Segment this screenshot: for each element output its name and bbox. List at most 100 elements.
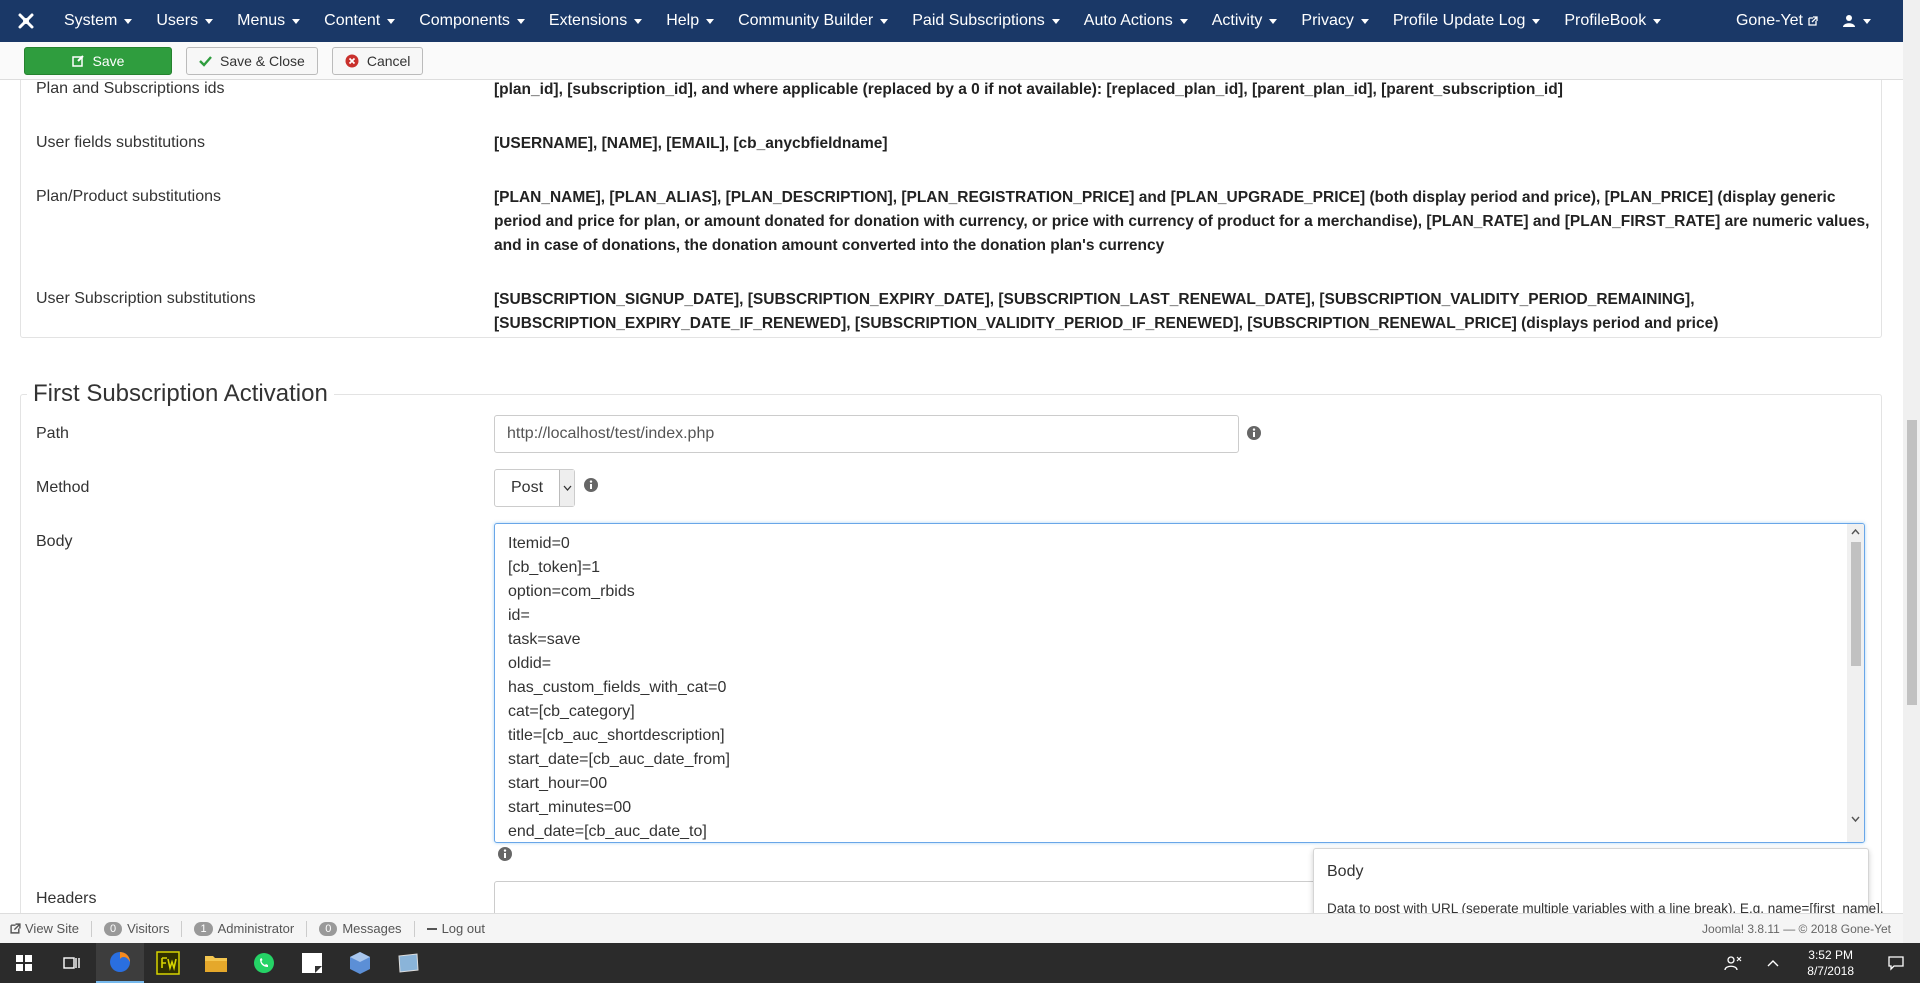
nav-label: Content: [324, 12, 381, 29]
fireworks-icon[interactable]: [144, 943, 192, 983]
nav-activity[interactable]: Activity: [1200, 0, 1290, 42]
nav-users[interactable]: Users: [144, 0, 225, 42]
view-site-link[interactable]: View Site: [10, 921, 79, 936]
logout-link[interactable]: Log out: [426, 921, 485, 936]
info-icon[interactable]: [583, 477, 599, 493]
messages-item[interactable]: 0 Messages: [319, 921, 402, 936]
site-link-label: Gone-Yet: [1735, 12, 1803, 29]
nav-menus[interactable]: Menus: [225, 0, 312, 42]
info-icon[interactable]: [1246, 425, 1262, 441]
nav-help[interactable]: Help: [654, 0, 726, 42]
body-line: task=save: [508, 631, 581, 648]
page-scroll-thumb[interactable]: [1907, 420, 1917, 705]
people-icon[interactable]: [1709, 943, 1757, 983]
tooltip-title: Body: [1327, 863, 1364, 880]
task-view-icon[interactable]: [48, 943, 96, 983]
caret-down-icon: [706, 18, 715, 24]
save-close-button[interactable]: Save & Close: [186, 46, 318, 75]
app-window-icon[interactable]: [384, 943, 432, 983]
body-line: end_date=[cb_auc_date_to]: [508, 823, 707, 840]
virtualbox-icon[interactable]: [336, 943, 384, 983]
nav-label: Extensions: [548, 12, 628, 29]
clock-time: 3:52 PM: [1808, 948, 1853, 962]
system-tray: 3:52 PM 8/7/2018: [1709, 943, 1920, 983]
view-site-label: View Site: [25, 921, 79, 936]
nav-extensions[interactable]: Extensions: [537, 0, 654, 42]
nav-privacy[interactable]: Privacy: [1289, 0, 1380, 42]
windows-start-icon[interactable]: [0, 943, 48, 983]
path-input[interactable]: http://localhost/test/index.php: [494, 415, 1239, 453]
textarea-scroll-thumb[interactable]: [1851, 542, 1861, 666]
visitors-badge: 0: [103, 921, 123, 936]
visitors-label: Visitors: [127, 921, 170, 936]
nav-profile-update-log[interactable]: Profile Update Log: [1381, 0, 1553, 42]
caret-down-icon: [634, 18, 643, 24]
toolbar: Save Save & Close Cancel: [0, 42, 1903, 80]
section-title: First Subscription Activation: [27, 380, 334, 408]
notification-icon[interactable]: [1872, 943, 1920, 983]
nav-paid-subscriptions[interactable]: Paid Subscriptions: [900, 0, 1072, 42]
user-menu[interactable]: [1830, 0, 1883, 42]
chevron-up-icon[interactable]: [1757, 943, 1789, 983]
body-line: title=[cb_auc_shortdescription]: [508, 727, 725, 744]
nav-label: Activity: [1211, 12, 1263, 29]
save-button[interactable]: Save: [24, 46, 172, 75]
joomla-logo-icon[interactable]: [0, 0, 52, 42]
body-lines: Itemid=0 [cb_token]=1 option=com_rbids i…: [508, 532, 730, 842]
file-explorer-icon[interactable]: [192, 943, 240, 983]
nav-label: Help: [666, 12, 700, 29]
sub-row-label: Plan/Product substitutions: [36, 188, 221, 205]
headers-label: Headers: [36, 890, 97, 907]
nav-system[interactable]: System: [52, 0, 144, 42]
messages-label: Messages: [342, 921, 402, 936]
sub-row-label: User Subscription substitutions: [36, 290, 256, 307]
chevron-down-icon: [559, 470, 574, 506]
tooltip-text: Data to post with URL (seperate multiple…: [1327, 901, 1884, 913]
nav-label: ProfileBook: [1564, 12, 1647, 29]
nav-profilebook[interactable]: ProfileBook: [1552, 0, 1673, 42]
nav-components[interactable]: Components: [407, 0, 537, 42]
cancel-button[interactable]: Cancel: [331, 46, 424, 75]
firefox-icon[interactable]: [96, 943, 144, 983]
clock-date: 8/7/2018: [1807, 964, 1854, 978]
body-line: option=com_rbids: [508, 583, 635, 600]
scroll-down-icon[interactable]: [1851, 814, 1860, 823]
caret-down-icon: [1051, 18, 1060, 24]
edit-icon: [71, 54, 85, 67]
nav-label: Paid Subscriptions: [912, 12, 1045, 29]
clock[interactable]: 3:52 PM 8/7/2018: [1789, 947, 1872, 979]
caret-down-icon: [387, 18, 396, 24]
sub-row-value: [USERNAME], [NAME], [EMAIL], [cb_anycbfi…: [494, 135, 888, 152]
sub-row-value: [PLAN_NAME], [PLAN_ALIAS], [PLAN_DESCRIP…: [494, 189, 1870, 254]
info-icon[interactable]: [497, 846, 513, 862]
nav-label: Components: [419, 12, 510, 29]
path-value: http://localhost/test/index.php: [507, 425, 715, 442]
method-select[interactable]: Post: [494, 469, 575, 507]
nav-label: Privacy: [1301, 12, 1354, 29]
body-line: start_minutes=00: [508, 799, 632, 816]
caret-down-icon: [1179, 18, 1188, 24]
method-label: Method: [36, 479, 90, 496]
minus-icon: [426, 927, 437, 930]
external-link-icon: [1808, 16, 1818, 26]
site-link[interactable]: Gone-Yet: [1724, 0, 1830, 42]
sub-row-label: User fields substitutions: [36, 134, 205, 151]
save-label: Save: [92, 52, 125, 69]
textarea-scrollbar[interactable]: [1847, 524, 1864, 842]
sticky-notes-icon[interactable]: [288, 943, 336, 983]
divider: [306, 920, 308, 937]
caret-down-icon: [516, 18, 525, 24]
whatsapp-icon[interactable]: [240, 943, 288, 983]
admin-navbar: System Users Menus Content Components Ex…: [0, 0, 1903, 42]
nav-community-builder[interactable]: Community Builder: [726, 0, 900, 42]
nav-label: Auto Actions: [1083, 12, 1173, 29]
page-scrollbar[interactable]: [1903, 0, 1920, 943]
windows-taskbar: 3:52 PM 8/7/2018: [0, 943, 1920, 983]
nav-auto-actions[interactable]: Auto Actions: [1072, 0, 1200, 42]
body-tooltip: Body Data to post with URL (seperate mul…: [1313, 848, 1884, 913]
body-textarea[interactable]: Itemid=0 [cb_token]=1 option=com_rbids i…: [494, 523, 1865, 843]
scroll-up-icon[interactable]: [1851, 528, 1860, 537]
nav-content[interactable]: Content: [312, 0, 407, 42]
body-line: cat=[cb_category]: [508, 703, 635, 720]
caret-down-icon: [1532, 18, 1541, 24]
